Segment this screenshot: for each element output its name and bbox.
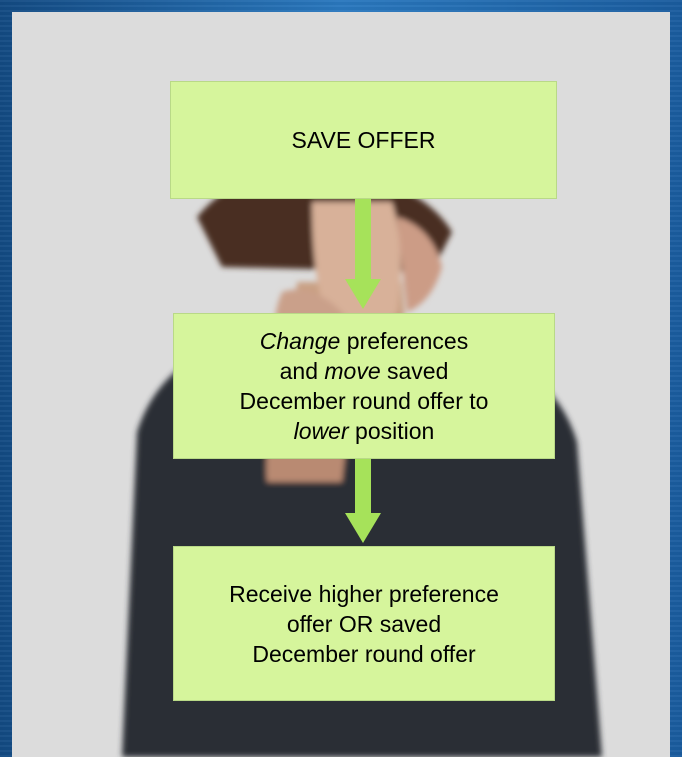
- change-line-1-rest: preferences: [340, 328, 469, 354]
- save-offer-label: SAVE OFFER: [291, 127, 436, 153]
- change-line-1: Change preferences: [260, 326, 468, 356]
- down-arrow-icon: [345, 459, 381, 543]
- receive-line-1: Receive higher preference: [229, 580, 499, 607]
- receive-line-2: offer OR saved: [286, 610, 442, 637]
- change-line-4-rest: position: [348, 418, 435, 444]
- receive-line-3: December round offer: [252, 640, 476, 667]
- change-preferences-box: Change preferences and move saved Decemb…: [173, 313, 555, 459]
- receive-offer-box: Receive higher preference offer OR saved…: [173, 546, 555, 701]
- change-line-2: and move saved: [280, 356, 449, 386]
- change-line-4: lower position: [294, 416, 435, 446]
- save-offer-box: SAVE OFFER: [170, 81, 557, 199]
- change-line-3: December round offer to: [239, 388, 489, 414]
- move-emphasis: move: [324, 358, 381, 384]
- lower-emphasis: lower: [293, 418, 349, 444]
- change-emphasis: Change: [259, 328, 341, 354]
- change-line-2-rest: saved: [380, 358, 449, 384]
- down-arrow-icon: [345, 199, 381, 309]
- change-line-2-pre: and: [279, 358, 325, 384]
